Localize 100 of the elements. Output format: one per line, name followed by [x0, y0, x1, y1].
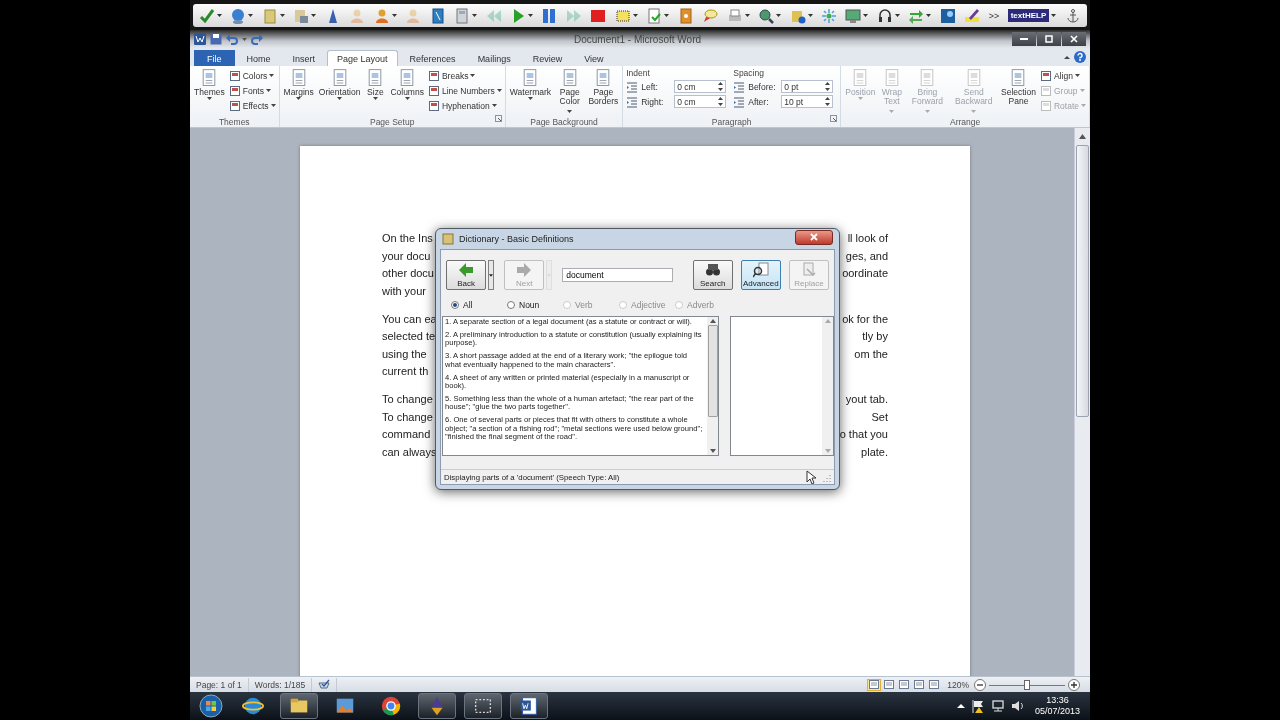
- advanced-button[interactable]: Advanced: [740, 260, 781, 290]
- field-label: Before:: [748, 81, 777, 92]
- view-button[interactable]: [867, 678, 882, 691]
- word-count[interactable]: Words: 1/185: [248, 677, 313, 692]
- scrollbar[interactable]: [707, 317, 718, 455]
- radio-button[interactable]: All: [451, 298, 507, 312]
- dropdown-button[interactable]: [488, 260, 495, 290]
- ribbon-button[interactable]: Page Borders: [587, 68, 620, 115]
- ribbon-button[interactable]: Hyphenation: [427, 99, 502, 112]
- zoom-level[interactable]: 120%: [942, 679, 974, 690]
- scrollbar[interactable]: [1074, 128, 1090, 676]
- spinner-field[interactable]: 0 cm: [674, 95, 727, 108]
- spinner-field[interactable]: 10 pt: [781, 95, 834, 108]
- restore-button[interactable]: [1037, 32, 1061, 46]
- ribbon-tab[interactable]: Insert: [282, 50, 326, 66]
- ribbon-button[interactable]: Selection Pane: [1000, 68, 1037, 115]
- ribbon-button[interactable]: Colors: [228, 69, 276, 82]
- view-button[interactable]: [882, 678, 897, 691]
- caret-icon: [489, 273, 494, 277]
- start-button[interactable]: [196, 693, 226, 719]
- ribbon-tab[interactable]: Page Layout: [327, 50, 398, 66]
- view-button[interactable]: [912, 678, 927, 691]
- undo-icon: [226, 33, 238, 45]
- ribbon-button[interactable]: Fonts: [228, 84, 276, 97]
- body-text: selected te: [382, 329, 436, 344]
- view-icon: [914, 680, 925, 689]
- help-icon: [1074, 51, 1086, 63]
- taskbar-button[interactable]: [510, 693, 548, 719]
- body-text: other docu: [382, 266, 434, 281]
- toolbar-button[interactable]: [876, 7, 900, 24]
- ribbon-tab[interactable]: References: [399, 50, 466, 66]
- minimize-icon: [1020, 38, 1028, 40]
- ribbon-button[interactable]: Margins: [282, 68, 315, 115]
- close-button[interactable]: [1062, 32, 1086, 46]
- caret-icon: [266, 89, 271, 92]
- back-button[interactable]: Back: [446, 260, 487, 290]
- body-text: with your: [382, 283, 427, 299]
- ribbon-button[interactable]: Effects: [228, 99, 276, 112]
- caret-icon: [242, 37, 247, 41]
- page-count[interactable]: Page: 1 of 1: [190, 677, 249, 692]
- ribbon-tab[interactable]: View: [574, 50, 614, 66]
- section-heading: Spacing: [733, 68, 765, 78]
- ribbon-tab[interactable]: Home: [236, 50, 281, 66]
- caret-icon: [491, 104, 497, 107]
- person-icon: [373, 7, 390, 24]
- dialog-title: Dictionary - Basic Definitions: [459, 234, 575, 244]
- toolbar-button[interactable]: [964, 7, 981, 24]
- ribbon-button[interactable]: Breaks: [427, 69, 502, 82]
- ribbon-button[interactable]: Line Numbers: [427, 84, 502, 97]
- ribbon-button[interactable]: Themes: [193, 68, 226, 115]
- body-text: current th: [382, 364, 429, 379]
- body-text: command: [382, 427, 431, 442]
- small-page-icon: [427, 99, 440, 112]
- calculator-icon: [454, 7, 471, 24]
- overflow-chevron[interactable]: >>: [988, 10, 1000, 21]
- caret-icon: [889, 110, 895, 113]
- search-field[interactable]: document: [562, 268, 673, 282]
- close-button[interactable]: [795, 229, 833, 245]
- caret-icon: [924, 110, 930, 113]
- ribbon-tab[interactable]: Mailings: [467, 50, 521, 66]
- ribbon-button[interactable]: Align: [1039, 69, 1086, 82]
- globe-icon: [242, 695, 264, 717]
- pause-icon: [541, 7, 558, 24]
- zoom-slider[interactable]: [989, 679, 1065, 690]
- toolbar-button[interactable]: [845, 7, 869, 24]
- spinner-field[interactable]: 0 cm: [674, 80, 727, 93]
- list-box[interactable]: [730, 316, 834, 456]
- taskbar-button[interactable]: [464, 693, 502, 719]
- brand-button[interactable]: textHELP: [1007, 9, 1050, 22]
- taskbar-button[interactable]: [418, 693, 456, 719]
- ribbon-button[interactable]: Orientation: [317, 68, 362, 115]
- toolbar-button[interactable]: [758, 7, 782, 24]
- ribbon-tab[interactable]: File: [194, 50, 235, 66]
- clock[interactable]: 13:36 05/07/2013: [1030, 695, 1084, 717]
- minimize-button[interactable]: [1012, 32, 1036, 46]
- caret-icon: [632, 14, 638, 17]
- ribbon-button[interactable]: Page Color: [555, 68, 585, 115]
- view-button[interactable]: [927, 678, 942, 691]
- dialog-launcher-icon: [830, 115, 838, 122]
- ribbon-button[interactable]: Size: [364, 68, 387, 115]
- spacing-icon: [626, 80, 639, 93]
- spinner-field[interactable]: 0 pt: [781, 80, 834, 93]
- radio-button[interactable]: Noun: [507, 298, 563, 312]
- ribbon-button[interactable]: Columns: [389, 68, 425, 115]
- scrollbar[interactable]: [822, 317, 833, 455]
- small-page-icon: [1039, 99, 1052, 112]
- caret-icon: [1081, 104, 1086, 107]
- toolbar-button[interactable]: [939, 7, 956, 24]
- monitor-icon: [845, 7, 862, 24]
- view-icon: [869, 680, 880, 689]
- taskbar-button[interactable]: [280, 693, 318, 719]
- caret-icon: [971, 110, 977, 113]
- small-page-icon: [1039, 84, 1052, 97]
- spacing-icon: [626, 95, 639, 108]
- ribbon-button[interactable]: Watermark: [508, 68, 553, 115]
- anchor-icon: [1064, 7, 1081, 24]
- binoculars-icon: [704, 262, 721, 278]
- view-button[interactable]: [897, 678, 912, 691]
- search-button[interactable]: Search: [692, 260, 733, 290]
- ribbon-tab[interactable]: Review: [522, 50, 573, 66]
